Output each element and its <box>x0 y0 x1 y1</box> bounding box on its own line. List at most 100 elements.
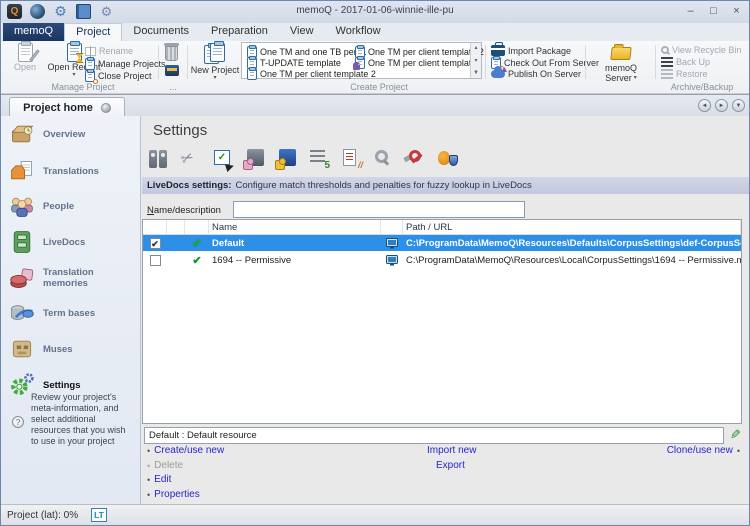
tab-workflow[interactable]: Workflow <box>325 23 392 41</box>
local-computer-icon <box>386 238 398 249</box>
table-row-default[interactable]: ✔ ✔ Default C:\ProgramData\MemoQ\Resourc… <box>143 235 741 252</box>
template-item[interactable]: One TM per client template <box>355 57 476 69</box>
tab-memoq[interactable]: memoQ <box>3 23 64 41</box>
tab-documents[interactable]: Documents <box>122 23 200 41</box>
stop-word-lists-icon[interactable] <box>402 147 428 171</box>
settings-pane: Settings ✂ ✓ 5 // LiveDocs settings: Con… <box>142 116 749 504</box>
sidebar-item-translation-memories[interactable]: Translation memories <box>9 265 137 291</box>
publish-icon <box>491 70 505 78</box>
archive-project-button[interactable] <box>165 65 179 76</box>
sidebar-item-muses[interactable]: Muses <box>9 336 137 362</box>
template-icon <box>247 68 257 80</box>
sidebar-item-people[interactable]: People <box>9 193 137 219</box>
import-package-button[interactable]: Import Package <box>491 45 571 56</box>
overview-icon <box>9 121 35 147</box>
ribbon: Open Open Recent ▾ Rename Manage Project… <box>1 41 749 94</box>
new-project-button[interactable]: New Project ▾ <box>191 43 239 81</box>
pane-tab-strip: Project home ◄ ► ▼ <box>1 94 749 116</box>
clone-use-new-link[interactable]: Clone/use new • <box>667 445 740 456</box>
open-button[interactable]: Open <box>4 43 46 72</box>
edit-description-pencil-icon[interactable]: ✎ <box>730 427 741 443</box>
row-checkbox[interactable] <box>150 255 161 266</box>
ignore-lists-icon[interactable] <box>370 147 396 171</box>
check-out-from-server-button[interactable]: Check Out From Server <box>491 57 599 69</box>
restore-button[interactable]: Restore <box>661 69 708 79</box>
scroll-up-icon[interactable]: ▴ <box>474 44 477 52</box>
minimize-button[interactable]: – <box>682 4 699 19</box>
row-checkbox[interactable]: ✔ <box>150 238 161 249</box>
local-computer-icon <box>386 255 398 266</box>
edit-link[interactable]: • Edit <box>147 474 171 485</box>
close-project-button[interactable]: Close Project <box>85 70 152 82</box>
project-template-list: One TM and one TB per ... T-UPDATE templ… <box>241 42 482 79</box>
template-person-icon <box>355 57 365 69</box>
publish-on-server-button[interactable]: Publish On Server <box>491 69 581 79</box>
ribbon-tab-row: memoQ Project Documents Preparation View… <box>1 23 749 41</box>
filter-label: Name/description <box>147 205 221 216</box>
window-controls: – □ × <box>682 4 745 19</box>
open-recent-icon <box>67 43 82 62</box>
auto-translation-rules-icon[interactable]: 5 <box>306 147 332 171</box>
category-title: LiveDocs settings: <box>147 180 231 191</box>
delete-link[interactable]: • Delete <box>147 460 183 471</box>
tab-project[interactable]: Project <box>64 23 122 41</box>
column-header-path[interactable]: Path / URL <box>403 220 741 234</box>
valid-check-icon: ✔ <box>192 237 201 250</box>
sidebar-item-overview[interactable]: Overview <box>9 121 137 147</box>
tab-project-home[interactable]: Project home <box>9 97 125 117</box>
view-recycle-bin-button[interactable]: View Recycle Bin <box>661 45 741 55</box>
back-up-icon <box>661 57 673 67</box>
resource-path: C:\ProgramData\MemoQ\Resources\Local\Cor… <box>403 252 741 268</box>
livedocs-settings-icon[interactable] <box>274 147 300 171</box>
recycle-bin-icon <box>661 46 669 54</box>
memoq-window: Q ⚙ ⚙ memoQ - 2017-01-06-winnie-ille-pu … <box>0 0 750 526</box>
import-new-link[interactable]: Import new <box>427 445 476 456</box>
export-path-rules-icon[interactable]: // <box>338 147 364 171</box>
name-description-filter-input[interactable] <box>233 201 525 218</box>
tab-preparation[interactable]: Preparation <box>200 23 279 41</box>
dropdown-arrow-icon: ▾ <box>634 76 637 81</box>
nav-back-button[interactable]: ◄ <box>698 99 711 112</box>
scroll-down-icon[interactable]: ▾ <box>474 57 477 65</box>
rename-button[interactable]: Rename <box>85 46 133 56</box>
template-list-scrollbar[interactable]: ▴ ▾ ▼ <box>470 43 481 78</box>
back-up-button[interactable]: Back Up <box>661 57 710 67</box>
sidebar-item-term-bases[interactable]: Term bases <box>9 300 137 326</box>
segmentation-rules-icon[interactable]: ✂ <box>178 147 204 171</box>
nav-menu-button[interactable]: ▼ <box>732 99 745 112</box>
resource-path: C:\ProgramData\MemoQ\Resources\Defaults\… <box>403 235 741 251</box>
delete-project-button[interactable] <box>165 43 178 61</box>
tab-view[interactable]: View <box>279 23 325 41</box>
export-link[interactable]: Export <box>436 460 465 471</box>
table-row-permissive[interactable]: ✔ 1694 -- Permissive C:\ProgramData\Memo… <box>143 252 741 269</box>
restore-icon <box>661 69 673 79</box>
language-terminal-badge[interactable]: LT <box>91 508 107 522</box>
general-settings-icon[interactable] <box>146 147 172 171</box>
table-header-row: Name Path / URL <box>143 220 741 235</box>
close-button[interactable]: × <box>728 4 745 19</box>
pin-icon[interactable] <box>101 103 111 113</box>
manage-projects-button[interactable]: Manage Projects <box>85 58 166 70</box>
open-icon <box>18 43 33 62</box>
nav-forward-button[interactable]: ► <box>715 99 728 112</box>
tm-settings-icon[interactable] <box>242 147 268 171</box>
sidebar-item-livedocs[interactable]: LiveDocs <box>9 229 137 255</box>
lqa-settings-icon[interactable] <box>434 147 460 171</box>
trash-icon <box>165 46 178 61</box>
column-header-name[interactable]: Name <box>209 220 381 234</box>
resource-name: Default <box>209 235 381 251</box>
resource-description-input[interactable] <box>144 427 724 444</box>
properties-link[interactable]: • Properties <box>147 489 200 500</box>
group-label-manage-project: Manage Project <box>51 82 114 92</box>
group-label-create-project: Create Project <box>350 82 408 92</box>
create-use-new-link[interactable]: • Create/use new <box>147 445 224 456</box>
qa-settings-icon[interactable]: ✓ <box>210 147 236 171</box>
maximize-button[interactable]: □ <box>705 4 722 19</box>
title-bar: Q ⚙ ⚙ memoQ - 2017-01-06-winnie-ille-pu … <box>1 1 749 23</box>
bullet-icon: • <box>147 475 150 485</box>
memoq-server-button[interactable]: memoQ Server ▾ <box>593 43 649 83</box>
gallery-more-icon[interactable]: ▼ <box>473 69 479 77</box>
category-description: Configure match thresholds and penalties… <box>235 180 531 191</box>
new-project-icon <box>204 43 226 65</box>
sidebar-item-translations[interactable]: Translations <box>9 158 137 184</box>
